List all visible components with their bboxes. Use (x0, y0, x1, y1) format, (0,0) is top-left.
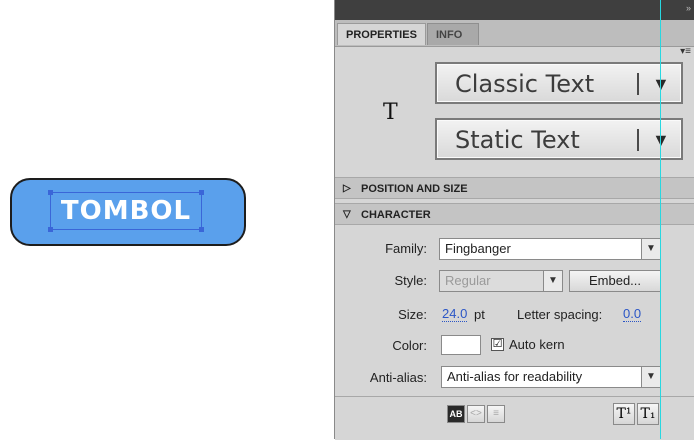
letter-spacing-value[interactable]: 0.0 (623, 307, 642, 322)
size-unit: pt (474, 307, 485, 322)
superscript-icon[interactable]: T¹ (613, 403, 635, 425)
selection-handle-tl[interactable] (48, 190, 53, 195)
color-label: Color: (392, 338, 427, 353)
selection-handle-tr[interactable] (199, 190, 204, 195)
expand-triangle-icon: ▷ (343, 183, 351, 194)
family-value: Fingbanger (445, 241, 511, 256)
tab-properties[interactable]: PROPERTIES (337, 23, 426, 45)
section-title: CHARACTER (361, 209, 431, 221)
section-title: POSITION AND SIZE (361, 183, 468, 195)
section-position-size[interactable]: ▷ POSITION AND SIZE (335, 177, 694, 199)
text-type-value: Static Text (455, 126, 580, 154)
auto-kern-checkbox[interactable]: ☑ (491, 338, 504, 351)
selection-handle-br[interactable] (199, 227, 204, 232)
panel-tabstrip: PROPERTIES INFO ▾≡ (335, 20, 694, 57)
text-engine-value: Classic Text (455, 70, 595, 98)
family-dropdown[interactable]: Fingbanger ▼ (439, 238, 661, 260)
collapse-triangle-icon: ▽ (343, 209, 351, 220)
family-label: Family: (385, 241, 427, 256)
collapse-icon[interactable]: » (686, 3, 691, 13)
panel-titlebar[interactable]: » (335, 0, 694, 20)
letter-spacing-label: Letter spacing: (517, 307, 603, 322)
size-value[interactable]: 24.0 (442, 307, 468, 322)
text-type-dropdown[interactable]: Static Text ▼ (435, 118, 683, 160)
dropdown-arrow-icon: ▼ (543, 271, 562, 291)
dropdown-separator (637, 129, 639, 151)
anti-alias-label: Anti-alias: (369, 370, 427, 385)
color-swatch[interactable] (441, 335, 481, 355)
panel-menu-icon[interactable]: ▾≡ (680, 46, 691, 57)
selectable-text-icon[interactable]: AB (447, 405, 465, 423)
tab-info[interactable]: INFO (427, 23, 479, 45)
auto-kern-label: Auto kern (509, 337, 565, 352)
text-border-icon[interactable]: ≡ (487, 405, 505, 423)
subscript-icon[interactable]: T₁ (637, 403, 659, 425)
stage-guide-line[interactable] (660, 0, 661, 439)
selection-handle-bl[interactable] (48, 227, 53, 232)
embed-button[interactable]: Embed... (569, 270, 661, 292)
dropdown-arrow-icon: ▼ (641, 367, 660, 387)
dropdown-separator (637, 73, 639, 95)
text-engine-dropdown[interactable]: Classic Text ▼ (435, 62, 683, 104)
style-dropdown[interactable]: Regular ▼ (439, 270, 563, 292)
dropdown-arrow-icon: ▼ (641, 239, 660, 259)
text-tool-icon: T (383, 100, 398, 125)
size-label: Size: (398, 307, 427, 322)
anti-alias-dropdown[interactable]: Anti-alias for readability ▼ (441, 366, 661, 388)
render-html-icon[interactable]: <> (467, 405, 485, 423)
style-value: Regular (445, 273, 491, 288)
properties-panel: » PROPERTIES INFO ▾≡ T Classic Text ▼ St… (334, 0, 694, 440)
text-options-bar: AB <> ≡ T¹ T₁ (335, 396, 694, 440)
style-label: Style: (394, 273, 427, 288)
text-selection-box[interactable] (50, 192, 202, 230)
anti-alias-value: Anti-alias for readability (447, 369, 583, 384)
section-character[interactable]: ▽ CHARACTER (335, 203, 694, 225)
